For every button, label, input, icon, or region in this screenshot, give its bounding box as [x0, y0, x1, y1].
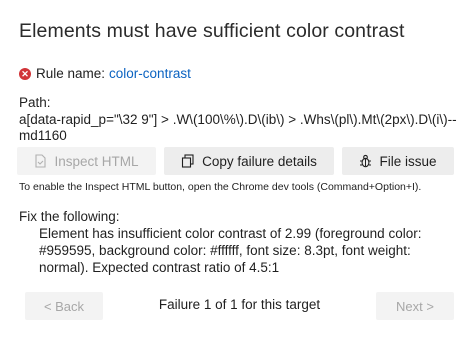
- rule-label: Rule name:: [36, 66, 106, 81]
- failure-navigation: < Back Failure 1 of 1 for this target Ne…: [25, 292, 454, 320]
- inspect-html-label: Inspect HTML: [54, 153, 139, 169]
- file-issue-button[interactable]: File issue: [342, 147, 454, 175]
- rule-name-link[interactable]: color-contrast: [109, 66, 191, 81]
- path-value: a[data-rapid_p="\32 9"] > .W\(100\%\).D\…: [19, 112, 457, 143]
- inspect-html-button[interactable]: Inspect HTML: [17, 147, 156, 175]
- fix-description: Element has insufficient color contrast …: [39, 226, 422, 275]
- inspect-hint: To enable the Inspect HTML button, open …: [19, 181, 422, 193]
- bug-icon: [359, 154, 372, 168]
- path-label: Path:: [19, 95, 51, 110]
- dialog-title: Elements must have sufficient color cont…: [19, 20, 405, 42]
- copy-failure-details-button[interactable]: Copy failure details: [164, 147, 334, 175]
- file-issue-label: File issue: [379, 153, 437, 169]
- failure-details-panel: Elements must have sufficient color cont…: [0, 0, 474, 338]
- inspect-icon: [34, 154, 47, 168]
- next-button[interactable]: Next >: [376, 292, 454, 320]
- copy-icon: [181, 154, 195, 168]
- action-buttons: Inspect HTML Copy failure details File i…: [17, 147, 454, 175]
- rule-row: ✕ Rule name: color-contrast: [19, 66, 191, 81]
- copy-failure-details-label: Copy failure details: [202, 153, 317, 169]
- fix-label: Fix the following:: [19, 209, 120, 224]
- error-icon: ✕: [19, 67, 31, 80]
